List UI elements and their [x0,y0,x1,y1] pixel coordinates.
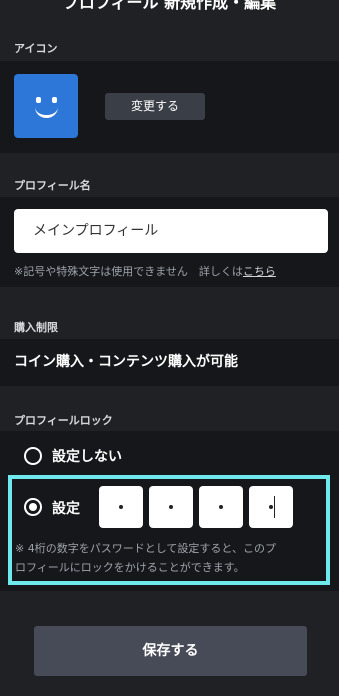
purchase-limit-label: 購入制限 [14,321,58,334]
smiley-face-icon [36,97,41,103]
radio-lock-on-label[interactable]: 設定 [52,498,80,518]
purchase-limit-value: コイン購入・コンテンツ購入が可能 [14,354,238,370]
lock-note: ※ 4桁の数字をパスワードとして設定すると、このプ ロフィールにロックをかけるこ… [15,539,276,577]
avatar [14,74,78,138]
change-icon-button[interactable]: 変更する [105,93,205,120]
lock-note-line-1: ※ 4桁の数字をパスワードとして設定すると、このプ [15,542,276,555]
profile-name-input[interactable]: メインプロフィール [14,209,328,253]
profile-edit-page: プロフィール 新規作成・編集 アイコン 変更する プロフィール名 メインプロフィ… [0,0,339,696]
page-title: プロフィール 新規作成・編集 [62,0,277,12]
pin-digit-1[interactable] [99,486,143,528]
avatar-mouth [35,107,58,118]
pin-digit-3[interactable] [199,486,243,528]
save-button[interactable]: 保存する [34,626,307,676]
pin-digit-2[interactable] [149,486,193,528]
radio-lock-off-label[interactable]: 設定しない [52,446,122,466]
profile-name-note-text: ※記号や特殊文字は使用できません 詳しくは [14,265,243,278]
avatar-eye-right [52,97,57,103]
lock-note-line-2: ロフィールにロックをかけることができます。 [15,561,245,574]
pin-digit-4[interactable] [249,486,293,528]
profile-name-label: プロフィール名 [14,179,91,192]
radio-lock-off[interactable] [24,447,42,465]
profile-name-note: ※記号や特殊文字は使用できません 詳しくはこちら [14,262,276,281]
profile-lock-label: プロフィールロック [14,414,113,427]
page-header: プロフィール 新規作成・編集 [0,0,339,24]
radio-lock-on[interactable] [24,498,42,516]
details-link[interactable]: こちら [243,265,276,278]
icon-section-label: アイコン [14,42,58,55]
